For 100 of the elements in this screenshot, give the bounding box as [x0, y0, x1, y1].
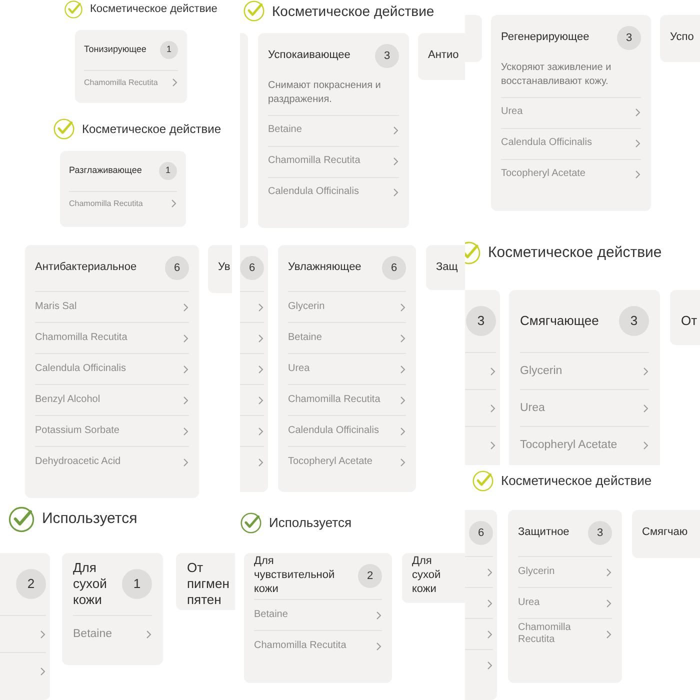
chevron-right-icon	[40, 630, 46, 638]
ingredient-link[interactable]: Chamomilla Recutita	[69, 191, 177, 215]
chevron-right-icon	[643, 440, 649, 450]
ingredient-link[interactable]: Calendula Officinalis	[268, 176, 399, 208]
chevron-right-icon	[183, 396, 189, 404]
section-heading: Косметическое действие	[90, 2, 218, 18]
chevron-right-icon	[487, 598, 493, 608]
chevron-right-icon	[400, 426, 406, 436]
count-badge: 3	[466, 306, 496, 336]
ingredient-link[interactable]: Betaine	[268, 114, 399, 146]
chevron-right-icon	[258, 458, 264, 466]
ingredient-link[interactable]: Glycerin	[520, 352, 649, 389]
ingredient-link[interactable]: Maris Sal	[35, 291, 189, 322]
ingredient-link[interactable]: Dehydroacetic Acid	[35, 446, 189, 477]
ingredient-link[interactable]: Chamomilla Recutita	[518, 618, 612, 649]
chevron-right-icon	[487, 568, 493, 576]
section-heading: Косметическое действие	[488, 242, 662, 263]
ingredient-link[interactable]: Urea	[501, 96, 641, 128]
count-badge: 2	[358, 564, 382, 588]
chevron-right-icon	[487, 630, 493, 638]
chevron-right-icon	[606, 568, 612, 576]
chevron-right-icon	[490, 440, 496, 450]
section-heading: Косметическое действие	[501, 472, 652, 490]
ingredient-link[interactable]: Benzyl Alcohol	[35, 384, 189, 415]
card-description: Снимают покраснения и раздражения.	[268, 79, 382, 107]
chevron-right-icon	[40, 666, 46, 676]
card-title: Успо	[670, 31, 694, 45]
card-description: Ускоряют заживление и восстанавливают кожу.	[501, 61, 612, 89]
chevron-right-icon	[490, 404, 496, 412]
ingredient-link[interactable]: Chamomilla Recutita	[35, 322, 189, 353]
card-title: Ув	[218, 261, 230, 275]
chevron-right-icon	[400, 334, 406, 342]
count-badge: 1	[159, 162, 177, 180]
chevron-right-icon	[258, 396, 264, 404]
ingredient-link[interactable]: Betaine	[73, 615, 152, 652]
chevron-right-icon	[183, 334, 189, 342]
ingredient-link[interactable]: Urea	[288, 353, 406, 384]
count-badge: 3	[617, 26, 641, 50]
ingredient-link[interactable]: Tocopheryl Acetate	[501, 158, 641, 190]
ingredient-link[interactable]: Chamomilla Recutita	[254, 630, 382, 661]
card-title: Защ	[436, 261, 458, 275]
chevron-right-icon	[490, 366, 496, 376]
chevron-right-icon	[643, 404, 649, 412]
count-badge: 2	[16, 569, 46, 599]
chevron-right-icon	[183, 364, 189, 374]
chevron-right-icon	[183, 426, 189, 436]
ingredient-link[interactable]: Calendula Officinalis	[35, 353, 189, 384]
card-title: Увлажняющее	[288, 261, 362, 275]
card-title: От	[681, 312, 698, 330]
ingredient-link[interactable]: Calendula Officinalis	[501, 128, 641, 158]
ingredient-link[interactable]: Betaine	[254, 599, 382, 630]
chevron-right-icon	[635, 139, 641, 148]
card-title: Для чувствительной кожи	[254, 555, 336, 597]
chevron-right-icon	[258, 364, 264, 374]
chevron-right-icon	[258, 426, 264, 436]
card-title: Успокаивающее	[268, 49, 350, 63]
chevron-right-icon	[400, 302, 406, 312]
card-title: Для сухой кожи	[412, 555, 442, 597]
count-badge: 3	[619, 306, 649, 336]
ingredient-link[interactable]: Tocopheryl Acetate	[520, 426, 649, 463]
card-title: Защитное	[518, 526, 570, 540]
chevron-right-icon	[400, 458, 406, 466]
chevron-right-icon	[183, 302, 189, 312]
chevron-right-icon	[606, 630, 612, 638]
ingredient-link[interactable]: Glycerin	[288, 291, 406, 322]
ingredient-link[interactable]: Urea	[520, 389, 649, 426]
section-heading: Косметическое действие	[272, 2, 434, 21]
card-title: От пигмен пятен	[187, 560, 230, 608]
ingredient-link[interactable]: Potassium Sorbate	[35, 415, 189, 446]
count-badge: 1	[160, 41, 178, 59]
count-badge: 3	[375, 44, 399, 68]
section-heading: Косметическое действие	[82, 121, 222, 138]
chevron-right-icon	[376, 610, 382, 620]
ingredient-link[interactable]: Chamomilla Recutita	[288, 384, 406, 415]
count-badge: 6	[240, 256, 264, 280]
ingredient-link[interactable]: Betaine	[288, 322, 406, 353]
ingredient-link[interactable]: Tocopheryl Acetate	[288, 446, 406, 477]
count-badge: 6	[382, 256, 406, 280]
count-badge: 6	[469, 521, 493, 545]
section-heading: Используется	[269, 514, 352, 532]
card-title: Смягчаю	[642, 526, 688, 540]
ingredient-link[interactable]: Chamomilla Recutita	[268, 146, 399, 176]
count-badge: 6	[165, 256, 189, 280]
chevron-right-icon	[635, 108, 641, 117]
chevron-right-icon	[393, 157, 399, 166]
count-badge: 1	[122, 569, 152, 599]
chevron-right-icon	[146, 630, 152, 638]
ingredient-link[interactable]: Chamomilla Recutita	[84, 70, 178, 94]
ingredient-link[interactable]: Urea	[518, 587, 612, 618]
ingredient-link[interactable]: Calendula Officinalis	[288, 415, 406, 446]
card-title: Тонизирующее	[84, 44, 146, 56]
chevron-right-icon	[171, 199, 177, 208]
ingredient-link[interactable]: Glycerin	[518, 556, 612, 587]
chevron-right-icon	[258, 302, 264, 312]
chevron-right-icon	[376, 642, 382, 650]
count-badge: 3	[588, 521, 612, 545]
card-title: Регенерирующее	[501, 31, 590, 45]
chevron-right-icon	[393, 188, 399, 197]
chevron-right-icon	[258, 334, 264, 342]
section-heading: Используется	[42, 509, 138, 530]
